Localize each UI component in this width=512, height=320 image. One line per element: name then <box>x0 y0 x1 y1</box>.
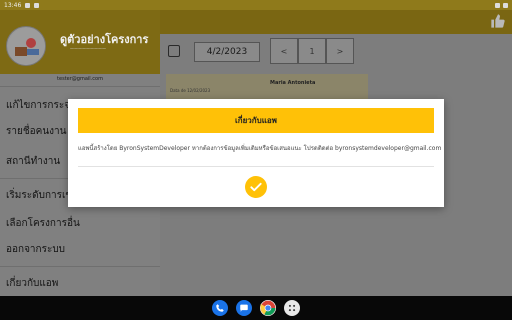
next-button[interactable]: > <box>326 38 354 64</box>
app-logo <box>6 26 46 66</box>
menu-item-about[interactable]: เกี่ยวกับแอพ <box>6 276 58 291</box>
drawer-divider <box>0 86 160 87</box>
dialog-title: เกี่ยวกับแอพ <box>78 108 434 133</box>
thumbs-up-icon[interactable] <box>490 13 506 29</box>
dialog-divider <box>78 166 434 167</box>
menu-divider <box>0 266 160 267</box>
notification-icon <box>25 2 31 8</box>
about-dialog: เกี่ยวกับแอพ แอพนี้สร้างโดย ByronSystemD… <box>68 99 444 207</box>
chrome-icon[interactable] <box>260 300 276 316</box>
menu-item-start-level[interactable]: เริ่มระดับการเข <box>6 188 72 203</box>
menu-item-logout[interactable]: ออกจากระบบ <box>6 242 65 257</box>
page-indicator[interactable]: 1 <box>298 38 326 64</box>
prev-button[interactable]: < <box>270 38 298 64</box>
battery-icon <box>503 2 508 8</box>
menu-item-workstations[interactable]: สถานีทำงาน <box>6 154 60 169</box>
menu-item-select-project[interactable]: เลือกโครงการอื่น <box>6 216 80 231</box>
phone-icon[interactable] <box>212 300 228 316</box>
app-drawer-icon[interactable] <box>284 300 300 316</box>
menu-item-edit-distribution[interactable]: แก้ไขการกระจ <box>6 98 70 113</box>
system-nav-bar <box>0 296 512 320</box>
worker-card[interactable]: Maria Antonieta Data de 12/02/2023 <box>166 74 368 100</box>
drawer-header: ดูตัวอย่างโครงการ ————————— <box>0 10 160 74</box>
status-time: 13:46 <box>4 1 22 9</box>
messages-icon[interactable] <box>236 300 252 316</box>
card-sub: Data de 12/02/2023 <box>170 88 211 93</box>
card-name: Maria Antonieta <box>270 80 316 86</box>
menu-item-workers[interactable]: รายชื่อคนงาน <box>6 124 67 139</box>
drawer-subtitle: ————————— <box>70 46 106 51</box>
calendar-icon[interactable] <box>168 45 180 57</box>
dialog-body: แอพนี้สร้างโดย ByronSystemDeveloper หากต… <box>78 145 442 152</box>
status-bar: 13:46 <box>0 0 512 10</box>
wifi-icon <box>495 2 500 8</box>
lock-icon <box>34 2 40 8</box>
date-field[interactable]: 4/2/2023 <box>194 42 260 62</box>
drawer-email: tester@gmail.com <box>57 76 103 82</box>
check-circle-icon[interactable] <box>245 176 267 198</box>
